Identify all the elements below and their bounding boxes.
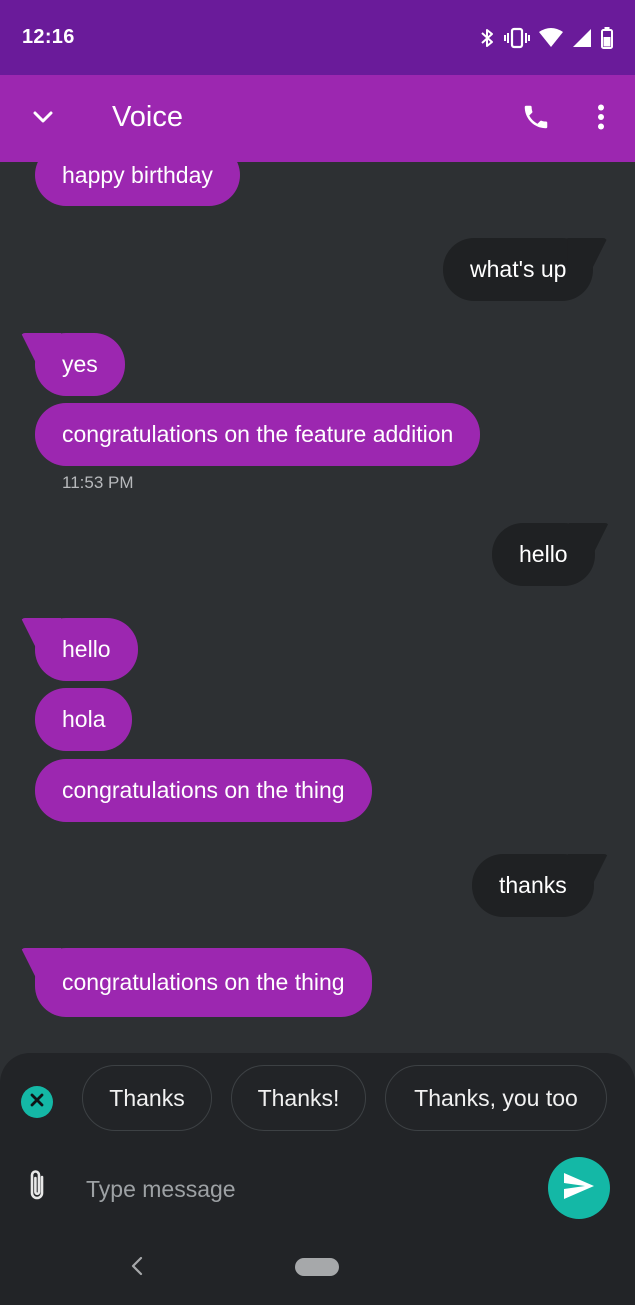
message-text: hola — [62, 706, 106, 732]
message-text: thanks — [499, 872, 567, 898]
close-icon — [30, 1093, 44, 1112]
app-bar: Voice — [0, 75, 635, 162]
paperclip-icon — [27, 1168, 47, 1209]
message-bubble-outgoing[interactable]: thanks — [472, 854, 594, 917]
message-text: hello — [62, 636, 111, 662]
more-options-button[interactable] — [588, 100, 614, 138]
smart-reply-chip[interactable]: Thanks! — [231, 1065, 366, 1131]
message-bubble-incoming[interactable]: congratulations on the thing — [35, 948, 372, 1017]
attach-button[interactable] — [20, 1168, 54, 1208]
message-bubble-incoming[interactable]: congratulations on the feature addition — [35, 403, 481, 466]
message-bubble-incoming[interactable]: hola — [35, 688, 133, 751]
message-thread[interactable]: happy birthday what's up yes congratulat… — [0, 162, 635, 1054]
smart-reply-chip[interactable]: Thanks, you too — [385, 1065, 607, 1131]
message-input[interactable] — [86, 1171, 516, 1207]
message-bubble-incoming[interactable]: congratulations on the thing — [35, 759, 372, 822]
send-icon — [563, 1172, 595, 1205]
message-text: congratulations on the feature addition — [62, 421, 454, 447]
more-vert-icon — [597, 104, 605, 135]
smart-reply-chip[interactable]: Thanks — [82, 1065, 212, 1131]
cell-signal-icon — [572, 28, 592, 48]
collapse-button[interactable] — [26, 102, 60, 136]
message-bubble-incoming[interactable]: yes — [35, 333, 125, 396]
nav-back-button[interactable] — [127, 1255, 147, 1281]
message-bubble-outgoing[interactable]: hello — [492, 523, 595, 586]
message-text: congratulations on the thing — [62, 777, 345, 803]
nav-home-button[interactable] — [295, 1258, 339, 1276]
call-button[interactable] — [517, 100, 555, 138]
chevron-left-icon — [131, 1256, 143, 1281]
status-time: 12:16 — [22, 26, 75, 48]
message-text: happy birthday — [62, 162, 213, 188]
send-button[interactable] — [548, 1157, 610, 1219]
battery-icon — [601, 26, 613, 49]
dismiss-suggestions-button[interactable] — [21, 1086, 53, 1118]
message-text: congratulations on the thing — [62, 969, 345, 995]
message-text: yes — [62, 351, 98, 377]
message-text: hello — [519, 541, 568, 567]
vibrate-icon — [504, 27, 530, 49]
compose-panel: Thanks Thanks! Thanks, you too — [0, 1053, 635, 1305]
message-bubble-incoming[interactable]: hello — [35, 618, 138, 681]
status-icons — [479, 26, 613, 50]
chevron-down-icon — [33, 110, 53, 129]
app-title: Voice — [112, 101, 183, 133]
wifi-icon — [539, 27, 563, 48]
status-bar: 12:16 — [0, 0, 635, 75]
message-bubble-outgoing[interactable]: what's up — [443, 238, 594, 301]
message-timestamp: 11:53 PM — [62, 473, 134, 492]
message-bubble-incoming[interactable]: happy birthday — [35, 162, 240, 206]
bluetooth-icon — [479, 26, 495, 50]
phone-icon — [521, 102, 551, 137]
message-text: what's up — [470, 256, 567, 282]
